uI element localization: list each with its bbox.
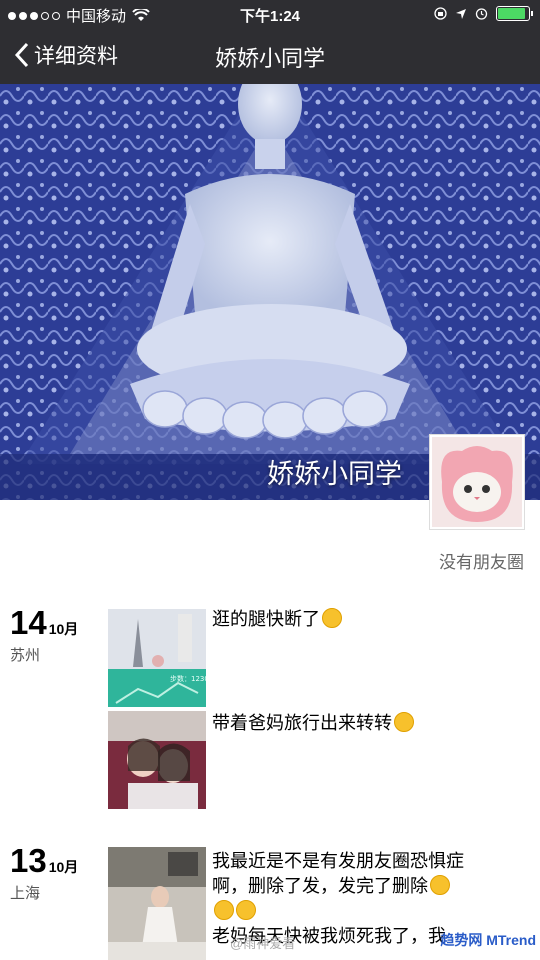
status-bar: 中国移动 下午1:24 (0, 0, 540, 28)
date-block: 14 10月 苏州 (10, 604, 78, 665)
laugh-cry-emoji-icon (236, 900, 256, 920)
location-icon (456, 8, 466, 19)
date-day: 13 (10, 842, 47, 879)
post-text-content: 带着爸妈旅行出来转转 (212, 713, 392, 733)
brand-watermark: 趋势网 MTrend (440, 932, 536, 948)
avatar[interactable] (429, 434, 525, 530)
post-text-line: 我最近是不是有发朋友圈恐惧症 (212, 851, 464, 871)
battery-icon (496, 6, 533, 21)
date-month: 10月 (48, 621, 79, 637)
alarm-icon (475, 8, 488, 20)
date-block: 13 10月 上海 (10, 842, 78, 903)
cover-nickname: 娇娇小同学 (267, 459, 402, 489)
sweat-emoji-icon (322, 608, 342, 628)
post-text-content: 逛的腿快断了 (212, 609, 320, 629)
location-label: 上海 (10, 885, 41, 902)
location-label: 苏州 (10, 647, 41, 664)
post-thumbnail[interactable] (108, 847, 206, 960)
page-title: 娇娇小同学 (214, 46, 325, 71)
cat-avatar-image (432, 437, 522, 527)
rotation-lock-icon (434, 7, 447, 20)
laugh-cry-emoji-icon (430, 875, 450, 895)
post-text[interactable]: 逛的腿快断了 (212, 607, 522, 632)
date-day: 14 (10, 604, 47, 641)
weibo-watermark: @雨神爱看 (230, 936, 296, 951)
nav-bar: 详细资料 娇娇小同学 (0, 28, 540, 84)
date-month: 10月 (48, 859, 79, 875)
post-thumbnail[interactable]: 步数：12304 (108, 609, 206, 707)
post-thumbnail[interactable] (108, 711, 206, 809)
laugh-cry-emoji-icon (394, 712, 414, 732)
steps-text: 步数：12304 (170, 674, 206, 683)
laugh-cry-emoji-icon (214, 900, 234, 920)
post-text[interactable]: 带着爸妈旅行出来转转 (212, 711, 522, 736)
post-text-line: 啊，删除了发，发完了删除 (212, 876, 428, 896)
moments-empty-note: 没有朋友圈 (439, 553, 524, 572)
